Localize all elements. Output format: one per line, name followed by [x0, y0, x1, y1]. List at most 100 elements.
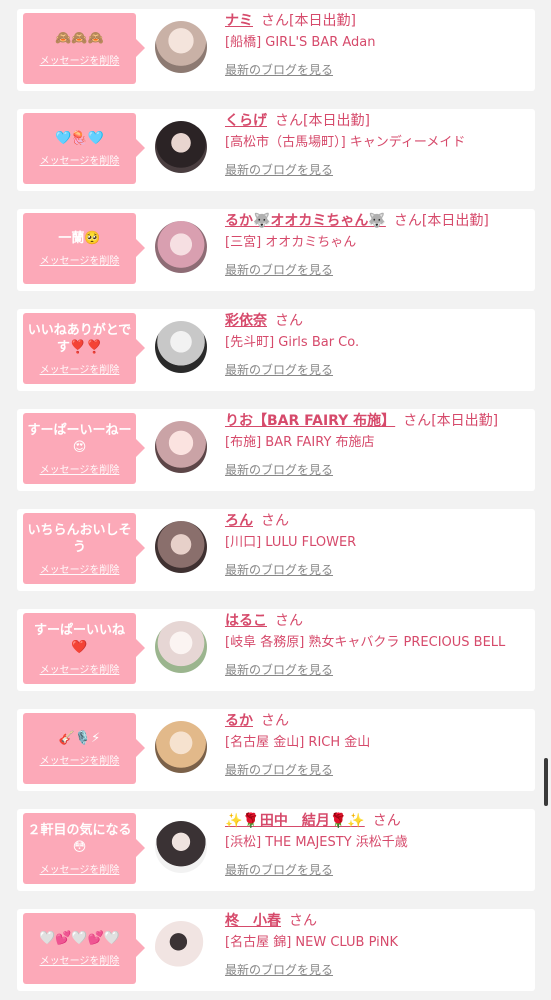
latest-blog-link[interactable]: 最新のブログを見る: [225, 561, 333, 578]
message-bubble: すーぱーいーねー😍 メッセージを削除: [23, 413, 145, 484]
message-card: ２軒目の気になる😳 メッセージを削除 ✨🌹田中 結月🌹✨ さん [浜松] THE …: [17, 809, 535, 891]
shop-info: [布施] BAR FAIRY 布施店: [225, 435, 375, 450]
avatar[interactable]: [155, 21, 207, 73]
shop-info: [船橋] GIRL'S BAR Adan: [225, 35, 376, 50]
delete-message-link[interactable]: メッセージを削除: [40, 952, 120, 967]
latest-blog-link[interactable]: 最新のブログを見る: [225, 61, 333, 78]
shop-info: [高松市（古馬場町）] キャンディーメイド: [225, 135, 466, 150]
cast-name-link[interactable]: るか: [225, 713, 253, 729]
honorific: さん: [261, 713, 289, 729]
avatar[interactable]: [155, 921, 207, 973]
honorific: さん: [261, 513, 289, 529]
message-card: 一蘭🥺 メッセージを削除 るか🐺オオカミちゃん🐺 さん[本日出勤] [三宮] オオ…: [17, 209, 535, 291]
cast-name-link[interactable]: くらげ: [225, 113, 267, 129]
latest-blog-link[interactable]: 最新のブログを見る: [225, 261, 333, 278]
status-badge: [本日出勤]: [289, 13, 356, 29]
cast-name-link[interactable]: るか🐺オオカミちゃん🐺: [225, 213, 386, 229]
avatar[interactable]: [155, 521, 207, 573]
delete-message-link[interactable]: メッセージを削除: [40, 661, 120, 676]
shop-info: [名古屋 錦] NEW CLUB PiNK: [225, 935, 398, 950]
delete-message-link[interactable]: メッセージを削除: [40, 561, 120, 576]
delete-message-link[interactable]: メッセージを削除: [40, 361, 120, 376]
status-badge: [本日出勤]: [431, 413, 499, 429]
message-card: すーぱーいーねー😍 メッセージを削除 りお【BAR FAIRY 布施】 さん[本日…: [17, 409, 535, 491]
latest-blog-link[interactable]: 最新のブログを見る: [225, 861, 333, 878]
cast-name-link[interactable]: りお【BAR FAIRY 布施】: [225, 413, 395, 429]
message-card: いいねありがとです❣️❣️ メッセージを削除 彩依奈 さん [先斗町] Girls…: [17, 309, 535, 391]
message-bubble: 一蘭🥺 メッセージを削除: [23, 213, 145, 284]
delete-message-link[interactable]: メッセージを削除: [40, 752, 120, 767]
message-bubble: いいねありがとです❣️❣️ メッセージを削除: [23, 313, 145, 384]
cast-name-link[interactable]: 彩依奈: [225, 313, 267, 329]
avatar[interactable]: [155, 421, 207, 473]
honorific: さん: [289, 913, 317, 929]
cast-name-link[interactable]: ナミ: [225, 13, 253, 29]
latest-blog-link[interactable]: 最新のブログを見る: [225, 661, 333, 678]
cast-name-link[interactable]: ろん: [225, 513, 253, 529]
name-row: 柊 小春 さん: [225, 912, 317, 930]
avatar[interactable]: [155, 121, 207, 173]
name-row: はるこ さん: [225, 612, 303, 630]
honorific: さん: [275, 313, 303, 329]
name-row: るか🐺オオカミちゃん🐺 さん[本日出勤]: [225, 212, 489, 230]
scrollbar[interactable]: [544, 758, 548, 806]
name-row: ナミ さん[本日出勤]: [225, 12, 356, 30]
avatar[interactable]: [155, 221, 207, 273]
message-card: 🙈🙈🙈 メッセージを削除 ナミ さん[本日出勤] [船橋] GIRL'S BAR …: [17, 9, 535, 91]
honorific: さん: [393, 213, 422, 229]
latest-blog-link[interactable]: 最新のブログを見る: [225, 961, 333, 978]
honorific: さん: [275, 113, 303, 129]
avatar[interactable]: [155, 821, 207, 873]
latest-blog-link[interactable]: 最新のブログを見る: [225, 161, 333, 178]
name-row: 彩依奈 さん: [225, 312, 303, 330]
cast-name-link[interactable]: 柊 小春: [225, 913, 281, 929]
message-text: 一蘭🥺: [58, 231, 101, 246]
message-text: 🙈🙈🙈: [55, 31, 104, 46]
honorific: さん: [275, 613, 303, 629]
shop-info: [先斗町] Girls Bar Co.: [225, 335, 360, 350]
name-row: るか さん: [225, 712, 289, 730]
avatar[interactable]: [155, 321, 207, 373]
message-card: 🩵🪼🩵 メッセージを削除 くらげ さん[本日出勤] [高松市（古馬場町）] キャン…: [17, 109, 535, 191]
status-badge: [本日出勤]: [303, 113, 370, 129]
name-row: ✨🌹田中 結月🌹✨ さん: [225, 812, 401, 830]
cast-name-link[interactable]: はるこ: [225, 613, 267, 629]
latest-blog-link[interactable]: 最新のブログを見る: [225, 361, 333, 378]
cast-name-link[interactable]: ✨🌹田中 結月🌹✨: [225, 813, 365, 829]
message-bubble: 🙈🙈🙈 メッセージを削除: [23, 13, 145, 84]
message-text: 🤍💕🤍💕🤍: [39, 931, 120, 946]
message-bubble: すーぱーいいね❤️ メッセージを削除: [23, 613, 145, 684]
delete-message-link[interactable]: メッセージを削除: [40, 861, 120, 876]
avatar[interactable]: [155, 721, 207, 773]
message-bubble: ２軒目の気になる😳 メッセージを削除: [23, 813, 145, 884]
delete-message-link[interactable]: メッセージを削除: [40, 252, 120, 267]
message-bubble: 🩵🪼🩵 メッセージを削除: [23, 113, 145, 184]
message-text: すーぱーいいね❤️: [33, 622, 125, 655]
honorific: さん: [372, 813, 401, 829]
honorific: さん: [403, 413, 432, 429]
shop-info: [川口] LULU FLOWER: [225, 535, 357, 550]
avatar[interactable]: [155, 621, 207, 673]
shop-info: [岐阜 各務原] 熟女キャバクラ PRECIOUS BELL: [225, 635, 506, 650]
message-bubble: 🤍💕🤍💕🤍 メッセージを削除: [23, 913, 145, 984]
latest-blog-link[interactable]: 最新のブログを見る: [225, 461, 333, 478]
delete-message-link[interactable]: メッセージを削除: [40, 52, 120, 67]
delete-message-link[interactable]: メッセージを削除: [40, 152, 120, 167]
name-row: ろん さん: [225, 512, 289, 530]
message-bubble: 🎸🎙️⚡ メッセージを削除: [23, 713, 145, 784]
message-card: 🤍💕🤍💕🤍 メッセージを削除 柊 小春 さん [名古屋 錦] NEW CLUB P…: [17, 909, 535, 991]
message-card: 🎸🎙️⚡ メッセージを削除 るか さん [名古屋 金山] RICH 金山 最新のブ…: [17, 709, 535, 791]
status-badge: [本日出勤]: [421, 213, 489, 229]
delete-message-link[interactable]: メッセージを削除: [40, 461, 120, 476]
shop-info: [三宮] オオカミちゃん: [225, 235, 357, 250]
message-text: いいねありがとです❣️❣️: [27, 322, 132, 355]
message-card: いちらんおいしそう メッセージを削除 ろん さん [川口] LULU FLOWER…: [17, 509, 535, 591]
shop-info: [浜松] THE MAJESTY 浜松千歳: [225, 835, 408, 850]
name-row: くらげ さん[本日出勤]: [225, 112, 370, 130]
name-row: りお【BAR FAIRY 布施】 さん[本日出勤]: [225, 412, 498, 430]
message-text: いちらんおいしそう: [27, 522, 132, 555]
message-text: すーぱーいーねー😍: [27, 422, 132, 455]
message-text: 🎸🎙️⚡: [58, 731, 101, 746]
message-card: すーぱーいいね❤️ メッセージを削除 はるこ さん [岐阜 各務原] 熟女キャバク…: [17, 609, 535, 691]
latest-blog-link[interactable]: 最新のブログを見る: [225, 761, 333, 778]
